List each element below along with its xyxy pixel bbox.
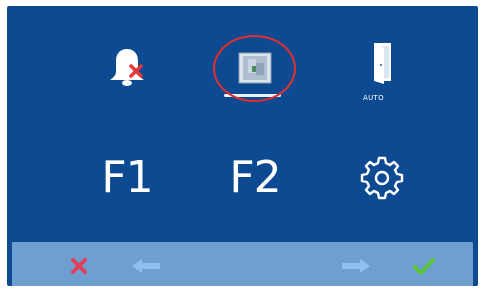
left-arrow-button[interactable] xyxy=(126,242,166,286)
bottom-action-bar xyxy=(12,242,473,286)
confirm-button[interactable] xyxy=(404,242,444,286)
door-icon xyxy=(374,43,391,84)
f2-label: F2 xyxy=(229,152,281,203)
f1-label: F1 xyxy=(101,152,153,203)
x-icon xyxy=(71,257,87,274)
check-icon xyxy=(413,257,435,275)
menu-item-alarm[interactable] xyxy=(82,28,172,108)
bell-with-x-icon xyxy=(110,49,144,86)
arrow-right-icon xyxy=(342,258,370,273)
selection-underline xyxy=(224,94,281,97)
menu-item-door[interactable] xyxy=(337,24,427,104)
device-screen: AUTO F1 F2 xyxy=(7,6,478,286)
menu-item-settings[interactable] xyxy=(337,138,427,218)
door-auto-caption: AUTO xyxy=(363,94,384,102)
arrow-left-icon xyxy=(132,258,160,273)
menu-item-f2[interactable]: F2 xyxy=(210,138,300,218)
menu-item-f1[interactable]: F1 xyxy=(82,138,172,218)
cancel-button[interactable] xyxy=(59,242,99,286)
image-icon xyxy=(238,52,272,84)
right-arrow-button[interactable] xyxy=(336,242,376,286)
gear-icon xyxy=(360,156,404,200)
